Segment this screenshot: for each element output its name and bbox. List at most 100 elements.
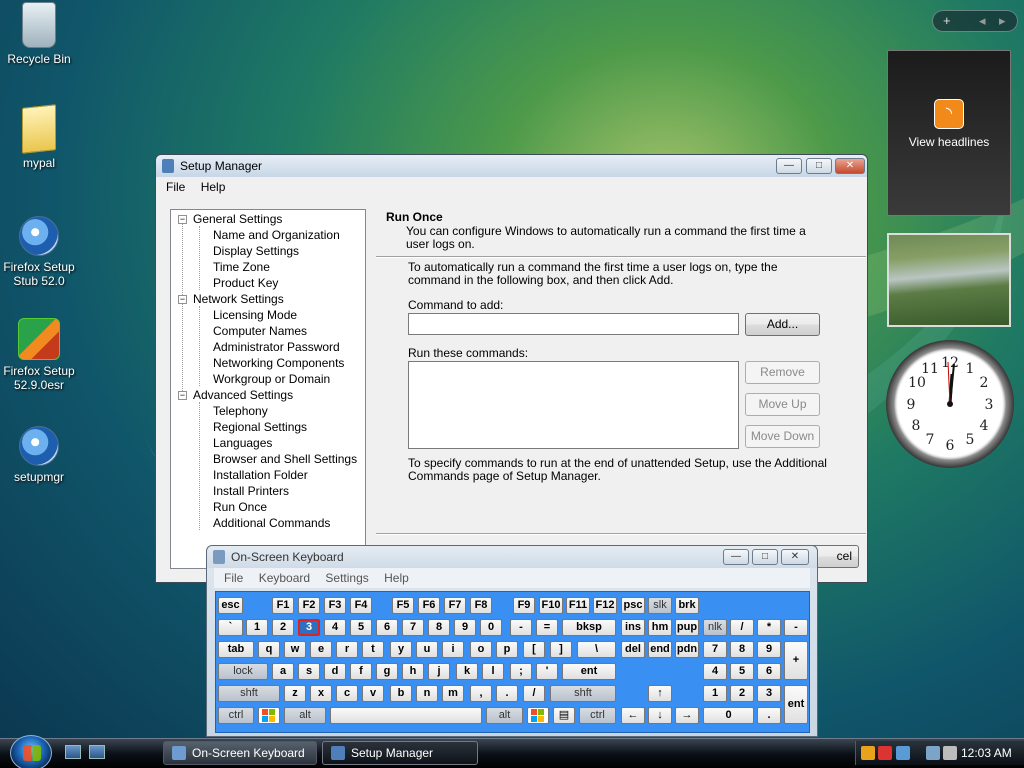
key-f2[interactable]: F2 xyxy=(298,597,320,614)
key-period[interactable]: . xyxy=(496,685,518,702)
key-s[interactable]: s xyxy=(298,663,320,680)
slideshow-gadget[interactable] xyxy=(887,233,1011,327)
key-f7[interactable]: F7 xyxy=(444,597,466,614)
switch-windows-icon[interactable] xyxy=(89,745,105,759)
tree-item-network-settings[interactable]: Network Settings xyxy=(193,292,284,306)
key-slk[interactable]: slk xyxy=(648,597,672,614)
minimize-button[interactable]: — xyxy=(723,549,749,565)
key-psc[interactable]: psc xyxy=(621,597,645,614)
key-numpad-1[interactable]: 1 xyxy=(703,685,727,702)
security-shield-icon[interactable] xyxy=(861,746,875,760)
key-8[interactable]: 8 xyxy=(428,619,450,636)
move-up-button[interactable]: Move Up xyxy=(745,393,820,416)
move-down-button[interactable]: Move Down xyxy=(745,425,820,448)
menu-key-icon[interactable]: ▤ xyxy=(553,707,575,724)
key-backslash[interactable]: \ xyxy=(577,641,616,658)
key-5[interactable]: 5 xyxy=(350,619,372,636)
tree-item-run-once[interactable]: Run Once xyxy=(213,500,267,514)
tree-item-administrator-password[interactable]: Administrator Password xyxy=(213,340,340,354)
key-numpad-decimal[interactable]: . xyxy=(757,707,781,724)
maximize-button[interactable]: □ xyxy=(806,158,832,174)
key-numpad-7[interactable]: 7 xyxy=(703,641,727,658)
key-enter[interactable]: ent xyxy=(562,663,616,680)
key-numpad-divide[interactable]: / xyxy=(730,619,754,636)
add-gadget-button[interactable]: + xyxy=(943,13,951,28)
command-field[interactable] xyxy=(408,313,739,335)
key-numpad-6[interactable]: 6 xyxy=(757,663,781,680)
key-y[interactable]: y xyxy=(390,641,412,658)
key-b[interactable]: b xyxy=(390,685,412,702)
key-c[interactable]: c xyxy=(336,685,358,702)
taskbar-item-on-screen-keyboard[interactable]: On-Screen Keyboard xyxy=(163,741,317,765)
desktop-icon-recycle-bin[interactable]: Recycle Bin xyxy=(0,2,78,66)
key-n[interactable]: n xyxy=(416,685,438,702)
key-brk[interactable]: brk xyxy=(675,597,699,614)
key-h[interactable]: h xyxy=(402,663,424,680)
key-numpad-2[interactable]: 2 xyxy=(730,685,754,702)
arrow-right-key[interactable]: → xyxy=(675,707,699,724)
tree-item-additional-commands[interactable]: Additional Commands xyxy=(213,516,330,530)
key-f5[interactable]: F5 xyxy=(392,597,414,614)
key-semicolon[interactable]: ; xyxy=(510,663,532,680)
key-f8[interactable]: F8 xyxy=(470,597,492,614)
key-left-alt[interactable]: alt xyxy=(284,707,326,724)
key-numpad-enter[interactable]: ent xyxy=(784,685,808,724)
key-w[interactable]: w xyxy=(284,641,306,658)
tree-item-workgroup-or-domain[interactable]: Workgroup or Domain xyxy=(213,372,330,386)
sidebar-next-button[interactable]: ▸ xyxy=(999,13,1006,29)
key-hm[interactable]: hm xyxy=(648,619,672,636)
tree-item-name-and-organization[interactable]: Name and Organization xyxy=(213,228,340,242)
tree-item-regional-settings[interactable]: Regional Settings xyxy=(213,420,307,434)
key-f9[interactable]: F9 xyxy=(513,597,535,614)
desktop-icon-firefox-setup-stub[interactable]: Firefox Setup Stub 52.0 xyxy=(0,212,78,288)
settings-tree[interactable]: − General Settings Name and Organization… xyxy=(170,209,366,569)
tree-item-general-settings[interactable]: General Settings xyxy=(193,212,282,226)
key-numpad-plus[interactable]: + xyxy=(784,641,808,680)
menu-settings[interactable]: Settings xyxy=(319,568,374,588)
key-pdn[interactable]: pdn xyxy=(675,641,699,658)
tree-item-browser-and-shell-settings[interactable]: Browser and Shell Settings xyxy=(213,452,357,466)
sidebar-prev-button[interactable]: ◂ xyxy=(979,13,986,29)
key-numpad-multiply[interactable]: * xyxy=(757,619,781,636)
key-right-bracket[interactable]: ] xyxy=(550,641,572,658)
key-numpad-8[interactable]: 8 xyxy=(730,641,754,658)
arrow-up-key[interactable]: ↑ xyxy=(648,685,672,702)
key-v[interactable]: v xyxy=(362,685,384,702)
key-space[interactable] xyxy=(330,707,482,724)
tree-collapse-icon[interactable]: − xyxy=(178,215,187,224)
feed-headlines-gadget[interactable]: ◝ View headlines xyxy=(887,50,1011,216)
key-f6[interactable]: F6 xyxy=(418,597,440,614)
tree-item-licensing-mode[interactable]: Licensing Mode xyxy=(213,308,297,322)
key-left-shift[interactable]: shft xyxy=(218,685,280,702)
tree-item-display-settings[interactable]: Display Settings xyxy=(213,244,299,258)
tree-collapse-icon[interactable]: − xyxy=(178,391,187,400)
key-comma[interactable]: , xyxy=(470,685,492,702)
key-left-bracket[interactable]: [ xyxy=(523,641,545,658)
windows-key-icon[interactable] xyxy=(258,707,280,724)
tree-item-telephony[interactable]: Telephony xyxy=(213,404,268,418)
key-q[interactable]: q xyxy=(258,641,280,658)
key-2[interactable]: 2 xyxy=(272,619,294,636)
key-equals[interactable]: = xyxy=(536,619,558,636)
commands-list[interactable] xyxy=(408,361,739,449)
minimize-button[interactable]: — xyxy=(776,158,802,174)
key-f12[interactable]: F12 xyxy=(593,597,617,614)
tree-item-install-printers[interactable]: Install Printers xyxy=(213,484,289,498)
tree-item-networking-components[interactable]: Networking Components xyxy=(213,356,344,370)
desktop-icon-firefox-setup-esr[interactable]: Firefox Setup 52.9.0esr xyxy=(0,318,78,392)
key-e[interactable]: e xyxy=(310,641,332,658)
key-minus[interactable]: - xyxy=(510,619,532,636)
remove-button[interactable]: Remove xyxy=(745,361,820,384)
key-m[interactable]: m xyxy=(442,685,464,702)
key-j[interactable]: j xyxy=(428,663,450,680)
key-z[interactable]: z xyxy=(284,685,306,702)
key-3-pressed[interactable]: 3 xyxy=(298,619,320,636)
key-nlk[interactable]: nlk xyxy=(703,619,727,636)
tree-item-computer-names[interactable]: Computer Names xyxy=(213,324,307,338)
add-button[interactable]: Add... xyxy=(745,313,820,336)
show-desktop-icon[interactable] xyxy=(65,745,81,759)
key-backtick[interactable]: ` xyxy=(218,619,243,636)
key-right-ctrl[interactable]: ctrl xyxy=(579,707,616,724)
key-t[interactable]: t xyxy=(362,641,384,658)
key-g[interactable]: g xyxy=(376,663,398,680)
